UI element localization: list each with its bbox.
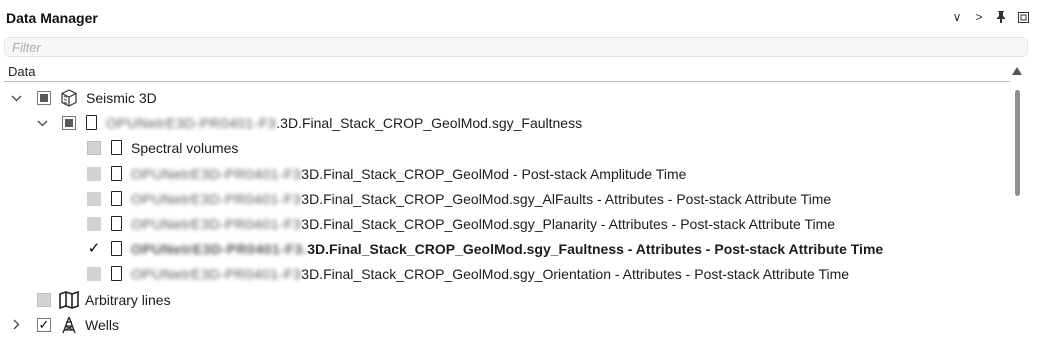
data-tree: Seismic 3D OPUNetrE3D-PR0401-F3.3D.Final… [0,86,1008,338]
redacted-prefix: OPUNetrE3D-PR0401-F3 [106,115,277,132]
tree-node-wells[interactable]: ✓ Wells [0,313,1008,338]
document-icon [86,115,97,131]
panel-titlebar: Data Manager ∨ > [0,0,1040,36]
expand-chevron-right-icon[interactable] [9,317,23,333]
volume-name: .3D.Final_Stack_CROP_GeolMod.sgy_Faultne… [276,115,583,132]
chevron-right-icon[interactable]: > [972,9,986,25]
document-icon [111,266,122,282]
tree-node-seismic-3d[interactable]: Seismic 3D [0,86,1008,111]
tree-node-attribute[interactable]: OPUNetrE3D-PR0401-F33D.Final_Stack_CROP_… [0,262,1008,287]
scroll-up-arrow-icon[interactable] [1012,67,1022,75]
tree-node-label: OPUNetrE3D-PR0401-F33D.Final_Stack_CROP_… [131,215,836,232]
tree-node-label: OPUNetrE3D-PR0401-F33D.Final_Stack_CROP_… [131,266,850,283]
checkbox-disabled[interactable] [87,191,101,206]
tree-node-attribute[interactable]: OPUNetrE3D-PR0401-F33D.Final_Stack_CROP_… [0,212,1008,237]
checkbox-checked[interactable]: ✓ [37,317,51,332]
tree-node-label: Arbitrary lines [85,291,171,308]
expand-chevron-down-icon[interactable] [9,90,23,106]
panel-title: Data Manager [6,10,98,26]
tree-node-label: OPUNetrE3D-PR0401-F3.3D.Final_Stack_CROP… [131,241,884,258]
cube-icon [60,89,78,107]
redacted-prefix: OPUNetrE3D-PR0401-F3 [131,165,302,182]
document-icon [111,215,122,231]
tree-node-volume[interactable]: OPUNetrE3D-PR0401-F3.3D.Final_Stack_CROP… [0,111,1008,136]
checkbox-partial[interactable] [37,91,51,105]
checkbox-disabled[interactable] [37,292,51,307]
pin-icon[interactable] [994,9,1008,25]
tree-node-label: Wells [85,316,119,333]
tree-node-attribute-selected[interactable]: ✓ OPUNetrE3D-PR0401-F3.3D.Final_Stack_CR… [0,237,1008,262]
tree-node-label: OPUNetrE3D-PR0401-F33D.Final_Stack_CROP_… [131,165,687,182]
tree-node-label: OPUNetrE3D-PR0401-F3.3D.Final_Stack_CROP… [106,115,582,131]
document-icon [111,241,122,257]
checkbox-disabled[interactable] [87,267,101,282]
maximize-icon[interactable] [1016,9,1030,25]
redacted-prefix: OPUNetrE3D-PR0401-F3 [131,190,302,207]
derrick-icon [60,316,78,334]
chevron-down-icon[interactable]: ∨ [950,9,964,25]
map-icon [59,290,79,309]
tree-node-attribute[interactable]: OPUNetrE3D-PR0401-F33D.Final_Stack_CROP_… [0,162,1008,187]
redacted-prefix: OPUNetrE3D-PR0401-F3. [131,241,308,258]
document-icon [111,190,122,206]
document-icon [111,165,122,181]
tree-node-spectral-volumes[interactable]: Spectral volumes [0,136,1008,161]
tree-node-label: Spectral volumes [131,140,239,157]
checkbox-disabled[interactable] [87,216,101,231]
checkbox-checked[interactable]: ✓ [87,241,101,256]
redacted-prefix: OPUNetrE3D-PR0401-F3 [131,266,302,283]
tree-node-label: OPUNetrE3D-PR0401-F33D.Final_Stack_CROP_… [131,190,832,207]
panel-tools: ∨ > [950,9,1030,25]
filter-input[interactable] [5,38,1040,56]
tree-node-label: Seismic 3D [86,90,157,106]
document-icon [111,140,122,156]
filter-field[interactable] [4,37,1040,57]
expand-chevron-down-icon[interactable] [35,115,49,131]
column-header-data[interactable]: Data [4,62,1010,82]
tree-node-arbitrary-lines[interactable]: Arbitrary lines [0,288,1008,313]
checkbox-disabled[interactable] [87,141,101,156]
scrollbar-thumb[interactable] [1015,90,1020,196]
checkbox-disabled[interactable] [87,166,101,181]
checkbox-partial[interactable] [62,116,76,131]
redacted-prefix: OPUNetrE3D-PR0401-F3 [131,215,302,232]
tree-node-attribute[interactable]: OPUNetrE3D-PR0401-F33D.Final_Stack_CROP_… [0,187,1008,212]
